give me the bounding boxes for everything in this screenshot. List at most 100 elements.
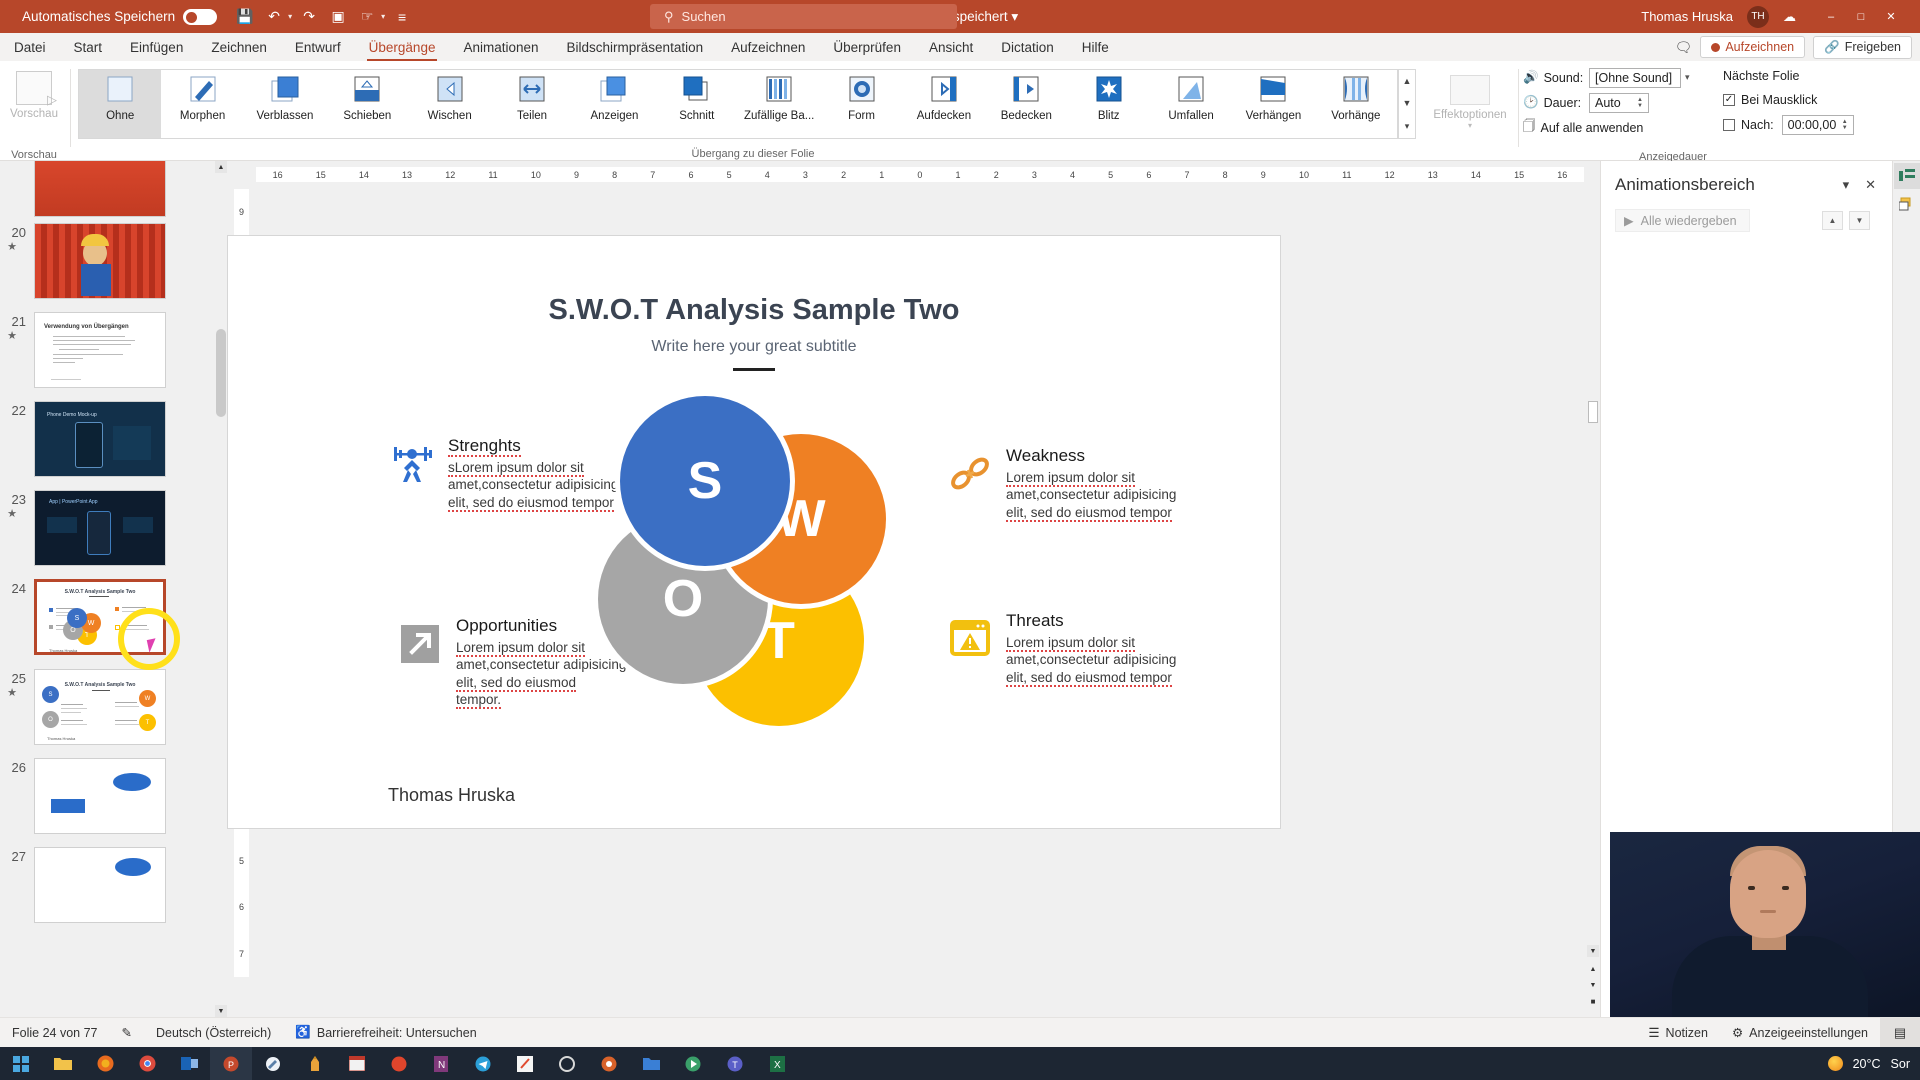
move-up-button[interactable]: ▲	[1822, 211, 1843, 230]
tab-dictation[interactable]: Dictation	[987, 37, 1068, 58]
sound-select[interactable]: [Ohne Sound]	[1589, 67, 1681, 88]
excel-sheet-icon[interactable]	[336, 1047, 378, 1080]
firefox-icon[interactable]	[84, 1047, 126, 1080]
thumbnail-25[interactable]: 25 ★ S.W.O.T Analysis Sample Two S W O T…	[0, 669, 215, 745]
thumbnail-22-image[interactable]: Phone Demo Mock-up	[34, 401, 166, 477]
file-explorer-icon[interactable]	[42, 1047, 84, 1080]
strengths-circle[interactable]: S	[620, 396, 790, 566]
slide-title[interactable]: S.W.O.T Analysis Sample Two	[228, 294, 1280, 327]
thumbnail-20[interactable]: 20 ★	[0, 223, 215, 299]
folder-blue-icon[interactable]	[630, 1047, 672, 1080]
chrome-icon[interactable]	[126, 1047, 168, 1080]
minimize-button[interactable]: –	[1816, 0, 1846, 33]
swot-diagram[interactable]: S W O T	[598, 396, 898, 726]
thumbnail-27-image[interactable]	[34, 847, 166, 923]
thumbnail-22[interactable]: 22 Phone Demo Mock-up	[0, 401, 215, 477]
after-spinner[interactable]: ▲ ▼	[1842, 119, 1848, 131]
transition-aufdecken[interactable]: Aufdecken	[903, 70, 985, 138]
comment-icon[interactable]: 🗨	[1675, 39, 1693, 56]
slide-canvas[interactable]: S.W.O.T Analysis Sample Two Write here y…	[228, 236, 1280, 828]
camtasia-icon[interactable]	[672, 1047, 714, 1080]
thumbnail-20-image[interactable]	[34, 223, 166, 299]
autosave-control[interactable]: Automatisches Speichern	[22, 8, 218, 25]
thumbnail-21[interactable]: 21 ★ Verwendung von Übergängen	[0, 312, 215, 388]
thumbnail-24[interactable]: 24 S.W.O.T Analysis Sample Two S W O T T…	[0, 579, 215, 655]
transition-schnitt[interactable]: Schnitt	[656, 70, 738, 138]
after-time-input[interactable]: 00:00,00 ▲ ▼	[1781, 114, 1854, 135]
accessibility-globe-icon[interactable]: ☁	[1783, 9, 1796, 25]
selection-pane-icon[interactable]	[1894, 191, 1920, 217]
slide-scroll-down-icon[interactable]: ▼	[1587, 945, 1599, 957]
thumbnail-scroll-down-icon[interactable]: ▼	[215, 1005, 227, 1017]
transition-verblassen[interactable]: Verblassen	[244, 70, 326, 138]
close-icon[interactable]: ✕	[1865, 177, 1876, 193]
thumbnail-19[interactable]: 19	[0, 161, 215, 217]
transition-teilen[interactable]: Teilen	[491, 70, 573, 138]
thumbnail-24-image[interactable]: S.W.O.T Analysis Sample Two S W O T Thom…	[34, 579, 166, 655]
tab-animationen[interactable]: Animationen	[449, 37, 552, 58]
tab-hilfe[interactable]: Hilfe	[1068, 37, 1123, 58]
accessibility-status[interactable]: ♿ Barrierefreiheit: Untersuchen	[283, 1025, 488, 1040]
language-indicator[interactable]: Deutsch (Österreich)	[144, 1026, 283, 1040]
acrobat-icon[interactable]	[378, 1047, 420, 1080]
undo-icon[interactable]: ↶	[262, 6, 286, 28]
tab-ueberpruefen[interactable]: Überprüfen	[819, 37, 915, 58]
circle-icon[interactable]	[546, 1047, 588, 1080]
record-button[interactable]: Aufzeichnen	[1700, 36, 1806, 58]
spellcheck-icon[interactable]: ✎	[109, 1025, 143, 1040]
thumbnail-23[interactable]: 23 ★ App | PowerPoint App	[0, 490, 215, 566]
previous-slide-icon[interactable]: ▲	[1587, 963, 1599, 975]
tab-aufzeichnen[interactable]: Aufzeichnen	[717, 37, 819, 58]
transition-form[interactable]: Form	[820, 70, 902, 138]
close-button[interactable]: ✕	[1876, 0, 1906, 33]
normal-view-icon[interactable]: ▤	[1880, 1017, 1920, 1048]
preview-icon[interactable]	[16, 71, 57, 108]
tab-zeichnen[interactable]: Zeichnen	[197, 37, 281, 58]
after-checkbox-box[interactable]	[1723, 118, 1735, 131]
restore-button[interactable]: □	[1846, 0, 1876, 33]
gallery-scroll-up-icon[interactable]: ▲	[1403, 76, 1412, 86]
next-slide-icon[interactable]: ▼	[1587, 979, 1599, 991]
transition-verhaengen[interactable]: Verhängen	[1232, 70, 1314, 138]
play-all-button[interactable]: ▶ Alle wiedergeben	[1615, 209, 1750, 232]
after-checkbox-row[interactable]: Nach: 00:00,00 ▲ ▼	[1723, 114, 1873, 135]
move-down-button[interactable]: ▼	[1849, 211, 1870, 230]
notes-button[interactable]: ☰ Notizen	[1636, 1025, 1720, 1041]
ubuntu-icon[interactable]	[588, 1047, 630, 1080]
save-icon[interactable]: 💾	[233, 6, 257, 28]
editor-icon[interactable]	[504, 1047, 546, 1080]
share-button[interactable]: 🔗 Freigeben	[1813, 35, 1912, 59]
threats-block[interactable]: Threats Lorem ipsum dolor sit amet,conse…	[950, 611, 1256, 687]
on-mouse-click-checkbox[interactable]: ✓ Bei Mausklick	[1723, 89, 1873, 110]
pen-icon[interactable]	[294, 1047, 336, 1080]
transition-schieben[interactable]: Schieben	[326, 70, 408, 138]
onenote-icon[interactable]: N	[420, 1047, 462, 1080]
sound-dropdown-icon[interactable]: ▾	[1685, 72, 1690, 83]
start-icon[interactable]	[0, 1047, 42, 1080]
thumbnail-25-image[interactable]: S.W.O.T Analysis Sample Two S W O T Thom…	[34, 669, 166, 745]
transition-gallery[interactable]: Ohne Morphen Verblassen Schieben Wischen…	[78, 69, 1398, 139]
powerpoint-icon[interactable]: P	[210, 1047, 252, 1080]
search-box[interactable]: ⚲ Suchen	[650, 4, 957, 29]
thumbnail-27[interactable]: 27	[0, 847, 215, 923]
transition-bedecken[interactable]: Bedecken	[985, 70, 1067, 138]
preview-button-label[interactable]: Vorschau	[10, 108, 58, 120]
transition-zufaellige-balken[interactable]: Zufällige Ba...	[738, 70, 820, 138]
paint-icon[interactable]	[252, 1047, 294, 1080]
gallery-scroll-down-icon[interactable]: ▼	[1403, 98, 1412, 108]
thumbnail-21-image[interactable]: Verwendung von Übergängen	[34, 312, 166, 388]
thumbnail-19-image[interactable]	[34, 161, 166, 217]
thumbnail-scroll-thumb[interactable]	[216, 329, 226, 417]
redo-icon[interactable]: ↷	[297, 6, 321, 28]
slide-count[interactable]: Folie 24 von 77	[0, 1026, 109, 1040]
slide-author[interactable]: Thomas Hruska	[388, 785, 515, 806]
animation-pane-toggle-icon[interactable]	[1893, 163, 1920, 189]
transition-umfallen[interactable]: Umfallen	[1150, 70, 1232, 138]
touch-mode-icon[interactable]: ☞	[355, 6, 379, 28]
transition-vorhaenge[interactable]: Vorhänge	[1315, 70, 1397, 138]
tab-entwurf[interactable]: Entwurf	[281, 37, 355, 58]
thumbnail-23-image[interactable]: App | PowerPoint App	[34, 490, 166, 566]
tab-datei[interactable]: Datei	[0, 37, 60, 58]
slide-thumbnail-pane[interactable]: 19 20 ★ 21 ★ Verwendung von Übergängen	[0, 161, 228, 1017]
teams-icon[interactable]: T	[714, 1047, 756, 1080]
